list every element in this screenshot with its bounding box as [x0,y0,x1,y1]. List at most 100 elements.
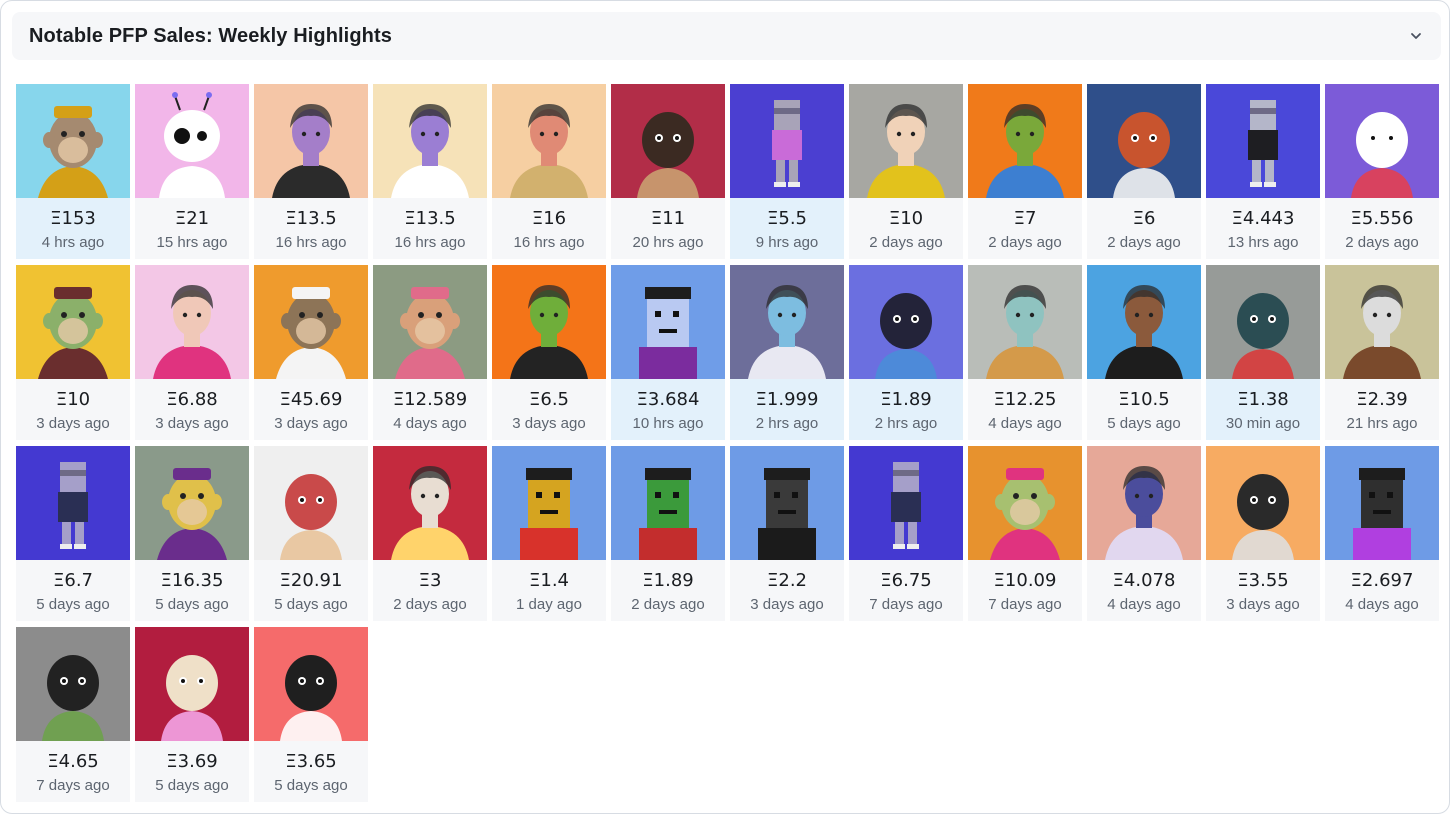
sale-card[interactable]: Ξ16.35 5 days ago [135,446,249,621]
nft-avatar-image[interactable] [254,446,368,560]
sale-card[interactable]: Ξ11 20 hrs ago [611,84,725,259]
sale-card[interactable]: Ξ2.697 4 days ago [1325,446,1439,621]
sale-time: 13 hrs ago [1227,234,1299,251]
nft-avatar-image[interactable] [373,446,487,560]
nft-avatar-image[interactable] [254,265,368,379]
sale-card[interactable]: Ξ6.75 7 days ago [849,446,963,621]
nft-avatar-image[interactable] [1087,265,1201,379]
nft-avatar-image[interactable] [16,627,130,741]
nft-avatar-image[interactable] [1325,265,1439,379]
sale-time: 3 days ago [1226,596,1300,613]
sale-card[interactable]: Ξ1.38 30 min ago [1206,265,1320,440]
sale-price: Ξ3.65 [285,751,337,772]
sale-card[interactable]: Ξ4.65 7 days ago [16,627,130,802]
sale-price: Ξ20.91 [279,570,343,591]
nft-avatar-image[interactable] [373,84,487,198]
sale-price: Ξ10.5 [1118,389,1170,410]
sale-card[interactable]: Ξ3.65 5 days ago [254,627,368,802]
sale-card[interactable]: Ξ6.88 3 days ago [135,265,249,440]
sale-card[interactable]: Ξ4.443 13 hrs ago [1206,84,1320,259]
nft-avatar-image[interactable] [492,84,606,198]
nft-avatar-image[interactable] [254,84,368,198]
sale-card[interactable]: Ξ21 15 hrs ago [135,84,249,259]
nft-avatar-image[interactable] [135,84,249,198]
sale-price: Ξ4.443 [1231,208,1295,229]
nft-avatar-image[interactable] [730,84,844,198]
nft-avatar-image[interactable] [492,446,606,560]
sale-time: 16 hrs ago [275,234,347,251]
sale-card[interactable]: Ξ153 4 hrs ago [16,84,130,259]
sale-card[interactable]: Ξ7 2 days ago [968,84,1082,259]
sale-card[interactable]: Ξ1.4 1 day ago [492,446,606,621]
sale-card[interactable]: Ξ1.89 2 hrs ago [849,265,963,440]
sale-card[interactable]: Ξ12.589 4 days ago [373,265,487,440]
nft-avatar-image[interactable] [968,446,1082,560]
nft-avatar-image[interactable] [849,446,963,560]
sale-card[interactable]: Ξ5.5 9 hrs ago [730,84,844,259]
sale-time: 2 hrs ago [755,415,819,432]
nft-avatar-image[interactable] [1087,84,1201,198]
nft-avatar-image[interactable] [730,446,844,560]
sale-card[interactable]: Ξ6 2 days ago [1087,84,1201,259]
nft-avatar-image[interactable] [1325,84,1439,198]
sale-price: Ξ12.25 [993,389,1057,410]
nft-avatar-image[interactable] [373,265,487,379]
sale-time: 5 days ago [1107,415,1181,432]
nft-avatar-image[interactable] [611,265,725,379]
nft-avatar-image[interactable] [16,446,130,560]
panel-title: Notable PFP Sales: Weekly Highlights [29,25,392,47]
sale-card[interactable]: Ξ5.556 2 days ago [1325,84,1439,259]
sale-card[interactable]: Ξ3.69 5 days ago [135,627,249,802]
panel-header[interactable]: Notable PFP Sales: Weekly Highlights [12,12,1441,60]
nft-avatar-image[interactable] [16,84,130,198]
sale-price: Ξ13.5 [404,208,456,229]
nft-avatar-image[interactable] [135,446,249,560]
sale-card[interactable]: Ξ3.55 3 days ago [1206,446,1320,621]
sale-card[interactable]: Ξ10 3 days ago [16,265,130,440]
sale-card[interactable]: Ξ10.09 7 days ago [968,446,1082,621]
sale-card[interactable]: Ξ13.5 16 hrs ago [373,84,487,259]
sale-card[interactable]: Ξ4.078 4 days ago [1087,446,1201,621]
chevron-down-icon[interactable] [1409,29,1423,43]
nft-avatar-image[interactable] [1206,84,1320,198]
sale-card[interactable]: Ξ6.5 3 days ago [492,265,606,440]
nft-avatar-image[interactable] [968,84,1082,198]
sale-card[interactable]: Ξ3 2 days ago [373,446,487,621]
sale-price: Ξ3.69 [166,751,218,772]
nft-avatar-image[interactable] [968,265,1082,379]
sale-card[interactable]: Ξ10 2 days ago [849,84,963,259]
nft-avatar-image[interactable] [611,446,725,560]
sale-time: 7 days ago [36,777,110,794]
sale-card[interactable]: Ξ16 16 hrs ago [492,84,606,259]
nft-avatar-image[interactable] [492,265,606,379]
sale-time: 2 days ago [869,234,943,251]
sale-price: Ξ6.5 [529,389,569,410]
sale-card[interactable]: Ξ45.69 3 days ago [254,265,368,440]
nft-avatar-image[interactable] [1206,446,1320,560]
nft-avatar-image[interactable] [16,265,130,379]
sale-card[interactable]: Ξ6.7 5 days ago [16,446,130,621]
sale-card[interactable]: Ξ2.39 21 hrs ago [1325,265,1439,440]
sale-price: Ξ16 [531,208,567,229]
nft-avatar-image[interactable] [611,84,725,198]
nft-avatar-image[interactable] [135,265,249,379]
sale-time: 2 days ago [1107,234,1181,251]
nft-avatar-image[interactable] [849,84,963,198]
sale-card[interactable]: Ξ13.5 16 hrs ago [254,84,368,259]
sale-price: Ξ21 [174,208,210,229]
sale-card[interactable]: Ξ2.2 3 days ago [730,446,844,621]
nft-avatar-image[interactable] [135,627,249,741]
nft-avatar-image[interactable] [1325,446,1439,560]
sale-card[interactable]: Ξ3.684 10 hrs ago [611,265,725,440]
sale-card[interactable]: Ξ1.999 2 hrs ago [730,265,844,440]
sale-time: 16 hrs ago [394,234,466,251]
nft-avatar-image[interactable] [849,265,963,379]
nft-avatar-image[interactable] [730,265,844,379]
nft-avatar-image[interactable] [1087,446,1201,560]
sale-card[interactable]: Ξ10.5 5 days ago [1087,265,1201,440]
nft-avatar-image[interactable] [254,627,368,741]
sale-card[interactable]: Ξ20.91 5 days ago [254,446,368,621]
sale-card[interactable]: Ξ12.25 4 days ago [968,265,1082,440]
sale-card[interactable]: Ξ1.89 2 days ago [611,446,725,621]
nft-avatar-image[interactable] [1206,265,1320,379]
